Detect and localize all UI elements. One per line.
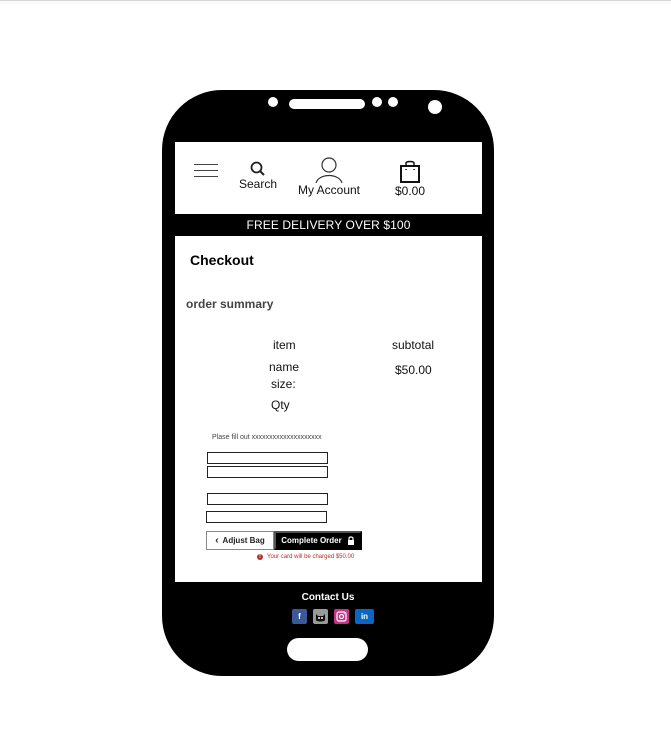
- contact-us-title: Contact Us: [301, 592, 355, 603]
- sensor-dot-one: [372, 97, 382, 107]
- social-links: f in: [292, 609, 374, 624]
- item-subtotal: $50.00: [395, 363, 432, 377]
- speaker-slot: [289, 99, 365, 109]
- account-icon: [315, 157, 343, 183]
- home-button: [287, 638, 368, 661]
- bag-nav-item[interactable]: $0.00: [388, 160, 432, 198]
- phone-screen: Search My Account $0.00 FREE DELIVERY OV…: [175, 142, 482, 582]
- hamburger-menu-icon[interactable]: [194, 164, 218, 178]
- bag-total: $0.00: [394, 184, 426, 198]
- subtotal-column-header: subtotal: [392, 338, 435, 352]
- checkout-field-three[interactable]: [207, 493, 328, 505]
- search-icon: [250, 161, 265, 176]
- account-nav-item[interactable]: My Account: [291, 157, 367, 197]
- checkout-field-two[interactable]: [207, 466, 328, 478]
- form-hint: Plase fill out xxxxxxxxxxxxxxxxxxxx: [212, 434, 322, 441]
- adjust-bag-button[interactable]: ‹ Adjust Bag: [206, 531, 274, 550]
- phone-frame: Search My Account $0.00 FREE DELIVERY OV…: [162, 90, 494, 676]
- item-quantity: Qty: [271, 398, 290, 412]
- linkedin-icon[interactable]: in: [355, 609, 374, 624]
- sensor-dot-two: [388, 97, 398, 107]
- github-cat-icon: [316, 613, 325, 621]
- item-column-header: item: [273, 338, 296, 352]
- checkout-field-one[interactable]: [207, 452, 328, 464]
- shopping-bag-icon: [400, 160, 420, 183]
- alert-icon: !: [257, 554, 263, 560]
- search-label: Search: [238, 177, 278, 191]
- chevron-left-icon: ‹: [215, 535, 219, 546]
- adjust-bag-label: Adjust Bag: [222, 536, 265, 545]
- facebook-icon[interactable]: f: [292, 609, 307, 624]
- lock-icon: [347, 536, 354, 545]
- instagram-camera-icon: [336, 611, 347, 622]
- instagram-icon[interactable]: [334, 609, 349, 624]
- checkout-field-four[interactable]: [206, 511, 327, 523]
- github-icon[interactable]: [313, 609, 328, 624]
- front-camera: [428, 100, 442, 114]
- item-size: size:: [271, 377, 296, 391]
- browser-top-border: [0, 0, 671, 4]
- page-title: Checkout: [190, 252, 254, 268]
- account-label: My Account: [297, 183, 361, 197]
- charge-note-text: Your card will be charged $50.00: [267, 554, 355, 560]
- camera-dot-left: [268, 97, 278, 107]
- free-delivery-banner: FREE DELIVERY OVER $100: [175, 214, 482, 236]
- search-nav-item[interactable]: Search: [233, 161, 283, 191]
- item-name: name: [269, 360, 300, 374]
- order-summary-title: order summary: [186, 297, 274, 311]
- complete-order-label: Complete Order: [281, 536, 342, 545]
- complete-order-button[interactable]: Complete Order: [274, 531, 362, 550]
- charge-note: ! Your card will be charged $50.00: [257, 554, 354, 560]
